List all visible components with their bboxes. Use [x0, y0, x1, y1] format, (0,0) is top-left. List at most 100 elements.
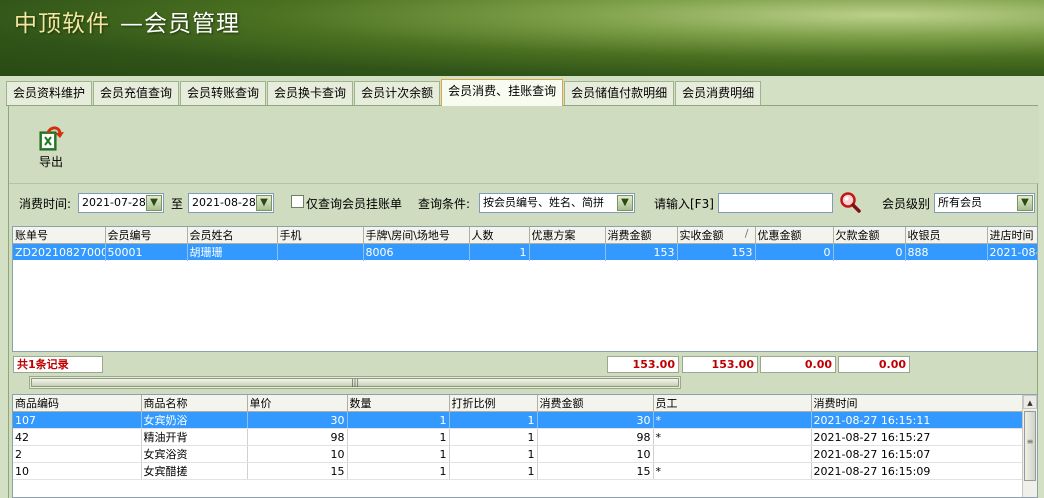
app-title: 中顶软件 —会员管理	[14, 4, 240, 38]
col-phone[interactable]: 手机	[277, 227, 364, 244]
summary-bar: 共1条记录 153.00 153.00 0.00 0.00	[13, 354, 1033, 374]
chevron-down-icon[interactable]: ▼	[256, 195, 272, 211]
col-item-code[interactable]: 商品编码	[13, 395, 142, 412]
cell-price: 15	[247, 462, 348, 480]
credit-only-label[interactable]: 仅查询会员挂账单	[306, 195, 402, 212]
table-row[interactable]: ZD202108270001 50001 胡珊珊 8006 1 153 153 …	[13, 243, 1037, 261]
cell-item-amount: 15	[537, 462, 654, 480]
cell-rate: 1	[449, 411, 538, 429]
cell-owed: 0	[833, 243, 906, 261]
col-item-time[interactable]: 消费时间	[811, 395, 1024, 412]
col-member-name[interactable]: 会员姓名	[187, 227, 278, 244]
detail-grid[interactable]: 商品编码 商品名称 单价 数量 打折比例 消费金额 员工 消费时间 107 女宾…	[12, 394, 1038, 498]
table-row[interactable]: 10 女宾醋搓 15 1 1 15 * 2021-08-27 16:15:09	[13, 462, 1024, 480]
cell-item-time: 2021-08-27 16:15:27	[811, 428, 1024, 446]
col-item-amount[interactable]: 消费金额	[537, 395, 654, 412]
cell-rate: 1	[449, 462, 538, 480]
consumption-grid[interactable]: 账单号 会员编号 会员姓名 手机 手牌\房间\场地号 人数 优惠方案 消费金额 …	[12, 226, 1038, 352]
amount-total: 153.00	[607, 356, 679, 373]
cell-amount: 153	[605, 243, 678, 261]
scroll-up-icon[interactable]: ▲	[1023, 395, 1037, 409]
tab-consumption-credit-query[interactable]: 会员消费、挂账查询	[441, 79, 564, 106]
cell-qty: 1	[347, 411, 450, 429]
tab-stored-payment-detail[interactable]: 会员储值付款明细	[564, 81, 675, 105]
cell-code: 107	[13, 411, 142, 429]
col-people[interactable]: 人数	[469, 227, 530, 244]
col-received[interactable]: 实收金额 /	[677, 227, 756, 244]
col-item-name[interactable]: 商品名称	[141, 395, 248, 412]
col-unit-price[interactable]: 单价	[247, 395, 348, 412]
time-label: 消费时间:	[19, 197, 72, 211]
cell-time: 2021-08-	[987, 243, 1037, 261]
export-button[interactable]: 导出	[31, 124, 71, 170]
cell-rate: 1	[449, 428, 538, 446]
app-header: 中顶软件 —会员管理	[0, 0, 1044, 76]
col-staff[interactable]: 员工	[653, 395, 812, 412]
credit-only-checkbox[interactable]	[291, 195, 304, 208]
cell-price: 98	[247, 428, 348, 446]
table-row[interactable]: 2 女宾浴资 10 1 1 10 2021-08-27 16:15:07	[13, 445, 1024, 463]
cell-staff: *	[653, 462, 812, 480]
level-select[interactable]: 所有会员 ▼	[934, 193, 1035, 213]
chevron-down-icon[interactable]: ▼	[617, 195, 633, 211]
discount-total: 0.00	[760, 356, 836, 373]
horizontal-scrollbar[interactable]: |||	[29, 376, 681, 389]
cell-discount: 0	[755, 243, 834, 261]
cell-item-amount: 98	[537, 428, 654, 446]
col-discount-rate[interactable]: 打折比例	[449, 395, 538, 412]
condition-select[interactable]: 按会员编号、姓名、简拼 ▼	[479, 193, 635, 213]
tab-transfer-query[interactable]: 会员转账查询	[180, 81, 267, 105]
cell-staff: *	[653, 428, 812, 446]
scrollbar-thumb[interactable]: |||	[31, 378, 679, 387]
filter-bar: 消费时间: 2021-07-28 ▼ 至 2021-08-28 ▼ 仅查询会员挂…	[9, 186, 1039, 218]
level-label: 会员级别	[882, 197, 931, 211]
received-total: 153.00	[682, 356, 758, 373]
col-entry-time[interactable]: 进店时间	[987, 227, 1037, 244]
table-row[interactable]: 107 女宾奶浴 30 1 1 30 * 2021-08-27 16:15:11	[13, 411, 1024, 429]
col-amount[interactable]: 消费金额	[605, 227, 678, 244]
date-to-value: 2021-08-28	[192, 196, 256, 209]
tab-card-change-query[interactable]: 会员换卡查询	[267, 81, 354, 105]
cell-phone	[277, 243, 364, 261]
cell-member-no: 50001	[105, 243, 188, 261]
tab-consumption-detail[interactable]: 会员消费明细	[675, 81, 762, 105]
chevron-down-icon[interactable]: ▼	[146, 195, 162, 211]
cell-plan	[529, 243, 606, 261]
scrollbar-thumb[interactable]: ≡	[1024, 411, 1036, 481]
tab-member-info[interactable]: 会员资料维护	[6, 81, 93, 105]
chevron-down-icon[interactable]: ▼	[1017, 195, 1033, 211]
tab-count-balance[interactable]: 会员计次余额	[354, 81, 441, 105]
condition-label: 查询条件:	[418, 197, 471, 211]
cell-qty: 1	[347, 462, 450, 480]
col-bill-no[interactable]: 账单号	[13, 227, 106, 244]
vertical-scrollbar[interactable]: ▲ ≡	[1022, 395, 1037, 497]
col-plan[interactable]: 优惠方案	[529, 227, 606, 244]
cell-qty: 1	[347, 428, 450, 446]
cell-name: 胡珊珊	[187, 243, 278, 261]
col-quantity[interactable]: 数量	[347, 395, 450, 412]
date-to-picker[interactable]: 2021-08-28 ▼	[188, 193, 274, 213]
search-icon[interactable]	[839, 191, 861, 213]
date-from-picker[interactable]: 2021-07-28 ▼	[78, 193, 164, 213]
input-label: 请输入[F3]	[654, 197, 714, 211]
cell-room: 8006	[363, 243, 470, 261]
col-member-no[interactable]: 会员编号	[105, 227, 188, 244]
cell-staff	[653, 445, 812, 463]
cell-item-time: 2021-08-27 16:15:09	[811, 462, 1024, 480]
col-discount[interactable]: 优惠金额	[755, 227, 834, 244]
table-row[interactable]: 42 精油开背 98 1 1 98 * 2021-08-27 16:15:27	[13, 428, 1024, 446]
to-label: 至	[171, 197, 184, 211]
cell-code: 42	[13, 428, 142, 446]
tab-recharge-query[interactable]: 会员充值查询	[93, 81, 180, 105]
cell-item-name: 女宾奶浴	[141, 411, 248, 429]
col-owed[interactable]: 欠款金额	[833, 227, 906, 244]
cell-received: 153	[677, 243, 756, 261]
condition-value: 按会员编号、姓名、简拼	[483, 196, 604, 209]
cell-cashier: 888	[905, 243, 988, 261]
col-cashier[interactable]: 收银员	[905, 227, 988, 244]
cell-item-time: 2021-08-27 16:15:11	[811, 411, 1024, 429]
detail-header-row: 商品编码 商品名称 单价 数量 打折比例 消费金额 员工 消费时间	[13, 395, 1024, 412]
col-room[interactable]: 手牌\房间\场地号	[363, 227, 470, 244]
search-input[interactable]	[718, 193, 833, 213]
export-icon	[39, 126, 64, 151]
